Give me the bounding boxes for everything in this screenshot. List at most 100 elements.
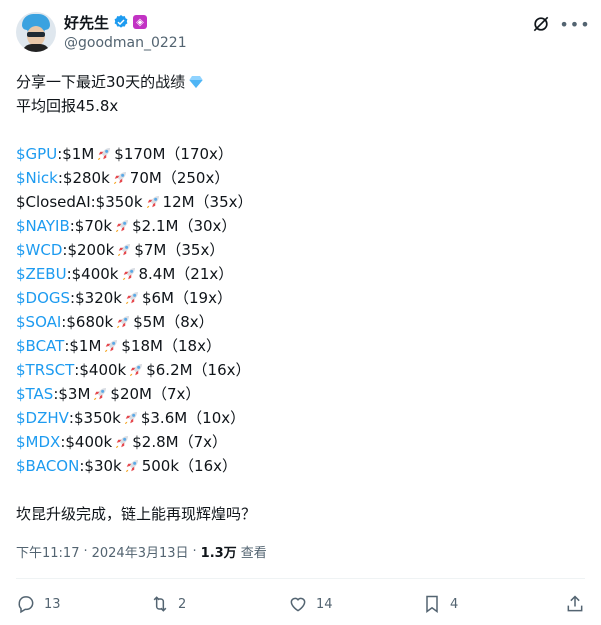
- grok-icon[interactable]: [531, 14, 551, 34]
- reply-count: 13: [44, 596, 61, 612]
- entry-value: :$200k: [62, 241, 115, 259]
- peak-value: $2.1M（30x）: [132, 217, 237, 235]
- rocket-icon: [116, 436, 129, 448]
- views-count: 1.3万: [200, 546, 237, 561]
- holding-line: $TAS:$3M $20M（7x）: [16, 382, 576, 406]
- cashtag-link[interactable]: $MDX: [16, 430, 60, 454]
- cashtag-link[interactable]: $ZEBU: [16, 262, 67, 286]
- avatar[interactable]: [16, 12, 56, 52]
- post-time[interactable]: 下午11:17: [16, 542, 79, 561]
- entry-value: :$1M: [64, 337, 102, 355]
- like-button[interactable]: 14: [288, 590, 333, 618]
- rocket-icon: [113, 172, 126, 184]
- holding-line: $Nick:$280k 70M（250x）: [16, 166, 576, 190]
- peak-value: 500k（16x）: [141, 457, 237, 475]
- rocket-icon: [124, 412, 137, 424]
- repost-count: 2: [178, 596, 187, 612]
- holding-line: $TRSCT:$400k $6.2M（16x）: [16, 358, 576, 382]
- entry-value: :$70k: [69, 217, 113, 235]
- rocket-icon: [125, 460, 138, 472]
- peak-value: 70M（250x）: [129, 169, 230, 187]
- entry-value: :$320k: [70, 289, 122, 307]
- reply-icon: [18, 596, 34, 614]
- peak-value: $7M（35x）: [134, 241, 225, 259]
- tweet-text: 分享一下最近30天的战绩 平均回报45.8x $GPU:$1M $170M（170…: [16, 70, 576, 526]
- meta-separator: ·: [192, 544, 197, 559]
- tweet-header: 好先生 ◈ @goodman_0221 •••: [16, 10, 590, 58]
- cashtag-link[interactable]: $BACON: [16, 454, 79, 478]
- cashtag-link[interactable]: $SOAI: [16, 310, 61, 334]
- peak-value: $170M（170x）: [114, 145, 233, 163]
- peak-value: $5M（8x）: [133, 313, 214, 331]
- holding-line: $WCD:$200k $7M（35x）: [16, 238, 576, 262]
- cashtag-link[interactable]: $BCAT: [16, 334, 64, 358]
- holding-line: $BACON:$30k 500k（16x）: [16, 454, 576, 478]
- peak-value: 12M（35x）: [162, 193, 253, 211]
- holding-line: $SOAI:$680k $5M（8x）: [16, 310, 576, 334]
- peak-value: 8.4M（21x）: [138, 265, 234, 283]
- holding-line: $ClosedAI:$350k 12M（35x）: [16, 190, 576, 214]
- share-button[interactable]: [565, 590, 585, 618]
- holding-line: $NAYIB:$70k $2.1M（30x）: [16, 214, 576, 238]
- cashtag-link[interactable]: $NAYIB: [16, 214, 70, 238]
- rocket-icon: [116, 220, 129, 232]
- cashtag-link[interactable]: $GPU: [16, 142, 57, 166]
- name-line: 好先生 ◈: [64, 12, 148, 33]
- holding-line: $DOGS:$320k $6M（19x）: [16, 286, 576, 310]
- holding-line: $DZHV:$350k $3.6M（10x）: [16, 406, 576, 430]
- divider: [16, 578, 585, 579]
- average-return-line: 平均回报45.8x: [16, 97, 119, 115]
- rocket-icon: [98, 148, 111, 160]
- reply-button[interactable]: 13: [16, 590, 61, 618]
- like-count: 14: [316, 596, 333, 612]
- gem-icon: [189, 76, 203, 88]
- peak-value: $2.8M（7x）: [132, 433, 227, 451]
- holding-line: $ZEBU:$400k 8.4M（21x）: [16, 262, 576, 286]
- holding-line: $GPU:$1M $170M（170x）: [16, 142, 576, 166]
- rocket-icon: [118, 244, 131, 256]
- cashtag-link[interactable]: $WCD: [16, 238, 62, 262]
- holdings-list: $GPU:$1M $170M（170x） $Nick:$280k 70M（250x） $…: [16, 142, 576, 478]
- entry-value: :$400k: [60, 433, 113, 451]
- repost-icon: [153, 596, 167, 612]
- cashtag-link[interactable]: $TAS: [16, 382, 53, 406]
- entry-value: :$3M: [53, 385, 91, 403]
- bookmark-count: 4: [450, 596, 459, 612]
- share-icon: [567, 595, 583, 612]
- entry-value: :$350k: [68, 409, 121, 427]
- display-name[interactable]: 好先生: [64, 12, 109, 33]
- meta-separator: ·: [83, 544, 88, 559]
- action-bar: 13 2 14 4: [16, 590, 585, 618]
- views-label: 查看: [240, 546, 267, 561]
- post-date[interactable]: 2024年3月13日: [92, 542, 189, 561]
- rocket-icon: [146, 196, 159, 208]
- rocket-icon: [125, 292, 138, 304]
- entry-value: :$280k: [57, 169, 110, 187]
- repost-button[interactable]: 2: [150, 590, 186, 618]
- cashtag-link[interactable]: $Nick: [16, 166, 58, 190]
- entry-value: :$1M: [57, 145, 95, 163]
- cashtag-link[interactable]: $TRSCT: [16, 358, 74, 382]
- peak-value: $18M（18x）: [121, 337, 221, 355]
- intro-line: 分享一下最近30天的战绩: [16, 70, 576, 94]
- bookmark-icon: [426, 595, 438, 613]
- closing-line: 坎昆升级完成，链上能再现辉煌吗？: [16, 505, 257, 523]
- entry-value: $ClosedAI:$350k: [16, 193, 143, 211]
- bookmark-button[interactable]: 4: [422, 590, 458, 618]
- rocket-icon: [130, 364, 143, 376]
- verified-badge-icon: [114, 15, 128, 28]
- more-options-icon[interactable]: •••: [559, 14, 589, 34]
- cashtag-link[interactable]: $DOGS: [16, 286, 70, 310]
- rocket-icon: [94, 388, 107, 400]
- peak-value: $6.2M（16x）: [146, 361, 251, 379]
- rocket-icon: [122, 268, 135, 280]
- user-handle[interactable]: @goodman_0221: [64, 35, 187, 51]
- entry-value: :$680k: [61, 313, 114, 331]
- holding-line: $MDX:$400k $2.8M（7x）: [16, 430, 576, 454]
- entry-value: :$400k: [74, 361, 127, 379]
- tweet-meta: 下午11:17 · 2024年3月13日 · 1.3万 查看: [16, 542, 267, 561]
- holding-line: $BCAT:$1M $18M（18x）: [16, 334, 576, 358]
- rocket-icon: [117, 316, 130, 328]
- peak-value: $3.6M（10x）: [140, 409, 246, 427]
- cashtag-link[interactable]: $DZHV: [16, 406, 69, 430]
